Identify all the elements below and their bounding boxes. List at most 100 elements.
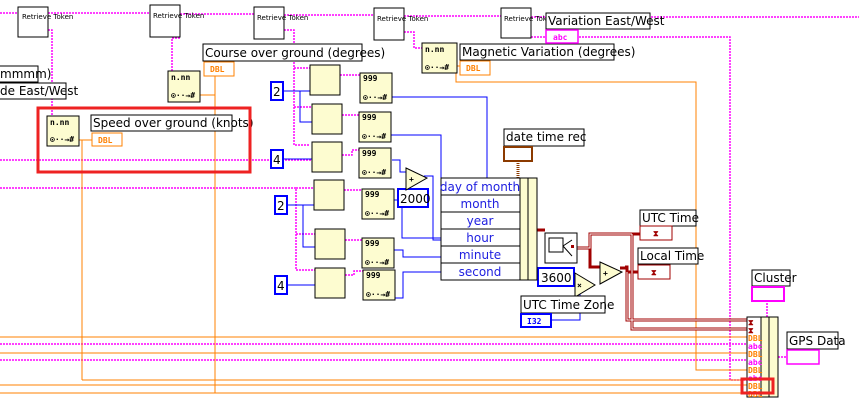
svg-text:2: 2 bbox=[273, 85, 281, 99]
svg-text:⧗: ⧗ bbox=[651, 268, 657, 277]
svg-text:2: 2 bbox=[277, 199, 285, 213]
string-subset-node[interactable] bbox=[311, 103, 343, 135]
svg-text:abc: abc bbox=[553, 33, 568, 42]
label-partial-east-west: de East/West bbox=[0, 82, 79, 100]
string-subset-node[interactable] bbox=[309, 64, 341, 96]
label-partial-format: mmmm) bbox=[0, 65, 51, 83]
svg-text:⊙··→#: ⊙··→# bbox=[363, 93, 387, 102]
magnetic-variation-indicator[interactable]: Magnetic Variation (degrees) DBL bbox=[459, 43, 635, 76]
bundle-field-label: month bbox=[461, 197, 500, 211]
svg-text:+: + bbox=[603, 269, 608, 278]
svg-text:Variation East/West: Variation East/West bbox=[548, 14, 665, 28]
svg-text:DBL: DBL bbox=[210, 65, 225, 74]
retrieve-token-node[interactable]: Retrieve Token bbox=[17, 6, 73, 38]
cluster-constant[interactable]: Cluster bbox=[751, 269, 797, 302]
bundle-field-label: day of month bbox=[440, 180, 520, 194]
retrieve-token-node[interactable]: Retrieve Token bbox=[253, 6, 308, 40]
svg-text:⊙··→#: ⊙··→# bbox=[362, 132, 386, 141]
date-time-to-seconds-node[interactable] bbox=[544, 232, 578, 264]
svg-text:Retrieve Token: Retrieve Token bbox=[22, 13, 73, 21]
svg-text:999: 999 bbox=[365, 190, 380, 199]
gps-data-indicator[interactable]: GPS Data bbox=[786, 331, 846, 365]
scan-from-string-node[interactable]: n.nn ⊙··→# bbox=[46, 115, 80, 147]
svg-text:⊙··→#: ⊙··→# bbox=[362, 168, 386, 177]
constant-3600[interactable]: 3600 bbox=[537, 267, 575, 287]
svg-text:⊙··→#: ⊙··→# bbox=[171, 91, 195, 100]
scan-from-string-node[interactable]: n.nn ⊙··→# bbox=[167, 70, 201, 103]
scan-from-string-node[interactable]: n.nn ⊙··→# bbox=[421, 42, 458, 74]
constant-4[interactable]: 4 bbox=[270, 149, 284, 169]
bundle-field-label: hour bbox=[466, 231, 494, 245]
svg-text:Magnetic Variation (degrees): Magnetic Variation (degrees) bbox=[462, 45, 635, 59]
bundle-by-name-node[interactable]: day of month month year hour minute second bbox=[440, 177, 538, 281]
substring-nodes bbox=[309, 64, 346, 299]
svg-text:⊙··→#: ⊙··→# bbox=[50, 135, 74, 144]
svg-text:4: 4 bbox=[273, 153, 281, 167]
svg-text:mmmm): mmmm) bbox=[0, 67, 51, 81]
retrieve-token-nodes: Retrieve Token Retrieve Token Retrieve T… bbox=[17, 4, 555, 41]
add-node[interactable]: + bbox=[405, 167, 429, 191]
svg-text:Retrieve Token: Retrieve Token bbox=[257, 14, 308, 22]
bundle-field-label: second bbox=[459, 265, 502, 279]
svg-text:⊙··→#: ⊙··→# bbox=[425, 63, 449, 72]
decimal-string-to-number-node[interactable]: 999 ⊙··→# bbox=[358, 147, 392, 179]
decimal-string-to-number-node[interactable]: 999 ⊙··→# bbox=[358, 111, 392, 143]
svg-text:⊙··→#: ⊙··→# bbox=[365, 258, 389, 267]
svg-text:3600: 3600 bbox=[541, 271, 572, 285]
retrieve-token-node[interactable]: Retrieve Token bbox=[149, 4, 204, 38]
svg-text:⧗: ⧗ bbox=[653, 229, 659, 238]
decimal-string-to-number-node[interactable]: 999 ⊙··→# bbox=[361, 188, 395, 220]
svg-text:DBL: DBL bbox=[466, 64, 481, 73]
svg-text:999: 999 bbox=[362, 113, 377, 122]
svg-text:Retrieve Token: Retrieve Token bbox=[377, 15, 428, 23]
svg-text:n.nn: n.nn bbox=[50, 118, 69, 127]
svg-text:999: 999 bbox=[366, 271, 381, 280]
string-subset-node[interactable] bbox=[313, 179, 345, 211]
bundle-field-label: year bbox=[467, 214, 494, 228]
utc-time-indicator[interactable]: UTC Time ⧗ bbox=[639, 209, 699, 241]
decimal-string-to-number-node[interactable]: 999 ⊙··→# bbox=[359, 72, 393, 104]
constant-2[interactable]: 2 bbox=[270, 81, 284, 101]
svg-text:Cluster: Cluster bbox=[754, 271, 797, 285]
string-subset-node[interactable] bbox=[314, 228, 346, 260]
svg-text:I32: I32 bbox=[527, 317, 542, 326]
date-time-rec-constant[interactable]: date time rec bbox=[503, 128, 586, 162]
svg-text:GPS Data: GPS Data bbox=[789, 334, 846, 348]
svg-text:999: 999 bbox=[365, 239, 380, 248]
svg-text:⊙··→#: ⊙··→# bbox=[366, 290, 390, 299]
svg-text:UTC Time Zone: UTC Time Zone bbox=[523, 298, 614, 312]
svg-text:Retrieve Token: Retrieve Token bbox=[153, 12, 204, 20]
constant-2[interactable]: 2 bbox=[274, 195, 288, 215]
svg-text:date time rec: date time rec bbox=[506, 130, 586, 144]
utc-time-zone-control[interactable]: UTC Time Zone I32 bbox=[520, 295, 614, 328]
constant-2000[interactable]: 2000 bbox=[397, 188, 431, 208]
svg-text:2000: 2000 bbox=[400, 192, 431, 206]
string-subset-node[interactable] bbox=[311, 141, 343, 173]
string-subset-node[interactable] bbox=[314, 267, 346, 299]
svg-text:n.nn: n.nn bbox=[425, 45, 444, 54]
variation-east-west-indicator[interactable]: Variation East/West abc bbox=[545, 12, 665, 44]
svg-text:999: 999 bbox=[362, 149, 377, 158]
svg-text:4: 4 bbox=[277, 279, 285, 293]
retrieve-token-node[interactable]: Retrieve Token bbox=[373, 7, 428, 41]
svg-text:UTC Time: UTC Time bbox=[642, 211, 699, 225]
svg-text:×: × bbox=[577, 281, 582, 290]
svg-text:de East/West: de East/West bbox=[0, 84, 79, 98]
svg-text:⊙··→#: ⊙··→# bbox=[365, 209, 389, 218]
svg-text:n.nn: n.nn bbox=[171, 73, 190, 82]
speed-over-ground-indicator[interactable]: Speed over ground (knots) DBL bbox=[90, 114, 254, 147]
svg-text:DBL: DBL bbox=[98, 136, 113, 145]
local-time-indicator[interactable]: Local Time ⧗ bbox=[637, 247, 704, 280]
svg-text:Speed over ground (knots): Speed over ground (knots) bbox=[93, 116, 254, 130]
svg-text:Local Time: Local Time bbox=[640, 249, 704, 263]
bundle-field-label: minute bbox=[459, 248, 501, 262]
decimal-string-to-number-node[interactable]: 999 ⊙··→# bbox=[362, 269, 396, 301]
svg-text:+: + bbox=[409, 175, 414, 184]
svg-text:Course over ground (degrees): Course over ground (degrees) bbox=[205, 46, 385, 60]
add-node[interactable]: + bbox=[599, 261, 624, 285]
constant-4[interactable]: 4 bbox=[274, 275, 288, 295]
block-diagram: Retrieve Token Retrieve Token Retrieve T… bbox=[0, 4, 859, 399]
decimal-string-to-number-node[interactable]: 999 ⊙··→# bbox=[361, 237, 395, 269]
svg-text:999: 999 bbox=[363, 74, 378, 83]
multiply-node[interactable]: × bbox=[574, 272, 596, 298]
